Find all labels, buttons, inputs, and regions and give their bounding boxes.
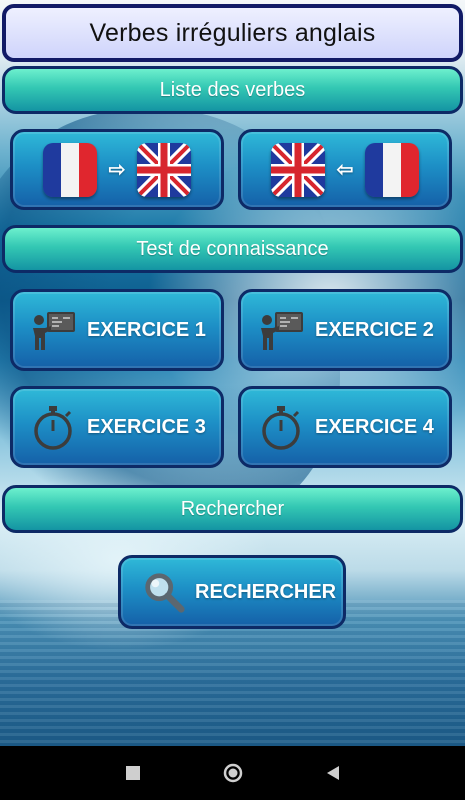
app-title: Verbes irréguliers anglais bbox=[2, 4, 463, 62]
circle-icon bbox=[223, 763, 242, 783]
flag-uk-icon bbox=[270, 142, 325, 197]
back-button[interactable] bbox=[323, 763, 343, 783]
verb-list-header[interactable]: Liste des verbes bbox=[2, 66, 463, 114]
search-button-label: RECHERCHER bbox=[195, 580, 337, 603]
arrow-left-icon: ⇦ bbox=[336, 159, 354, 181]
exercise-2-button[interactable]: EXERCICE 2 bbox=[238, 289, 452, 371]
exercise-3-button[interactable]: EXERCICE 3 bbox=[10, 386, 224, 468]
flag-uk-icon bbox=[137, 142, 192, 197]
stopwatch-icon bbox=[262, 406, 300, 450]
knowledge-test-header[interactable]: Test de connaissance bbox=[2, 225, 463, 273]
en-to-fr-button[interactable]: ⇦ bbox=[238, 129, 452, 210]
verb-list-label: Liste des verbes bbox=[159, 78, 306, 101]
app-title-text: Verbes irréguliers anglais bbox=[89, 18, 376, 47]
search-button[interactable]: RECHERCHER bbox=[118, 555, 346, 629]
recent-apps-button[interactable] bbox=[123, 763, 143, 783]
exercise-2-label: EXERCICE 2 bbox=[315, 318, 434, 341]
stopwatch-icon bbox=[34, 406, 72, 450]
exercise-3-label: EXERCICE 3 bbox=[87, 415, 206, 438]
exercise-1-label: EXERCICE 1 bbox=[87, 318, 206, 341]
square-icon bbox=[125, 766, 140, 780]
system-nav-bar bbox=[0, 746, 465, 800]
exercise-4-button[interactable]: EXERCICE 4 bbox=[238, 386, 452, 468]
arrow-right-icon: ⇨ bbox=[108, 159, 126, 181]
search-header[interactable]: Rechercher bbox=[2, 485, 463, 533]
main-content: Verbes irréguliers anglais Liste des ver… bbox=[0, 0, 465, 746]
fr-to-en-button[interactable]: ⇨ bbox=[10, 129, 224, 210]
exercise-4-label: EXERCICE 4 bbox=[315, 415, 434, 438]
triangle-icon bbox=[326, 766, 339, 780]
search-header-label: Rechercher bbox=[180, 497, 285, 520]
teacher-board-icon bbox=[261, 312, 303, 350]
home-button[interactable] bbox=[223, 763, 243, 783]
flag-france-icon bbox=[42, 142, 97, 197]
flag-france-icon bbox=[365, 142, 420, 197]
knowledge-test-label: Test de connaissance bbox=[136, 237, 329, 260]
teacher-board-icon bbox=[33, 312, 75, 350]
magnifier-icon bbox=[145, 573, 185, 613]
exercise-1-button[interactable]: EXERCICE 1 bbox=[10, 289, 224, 371]
